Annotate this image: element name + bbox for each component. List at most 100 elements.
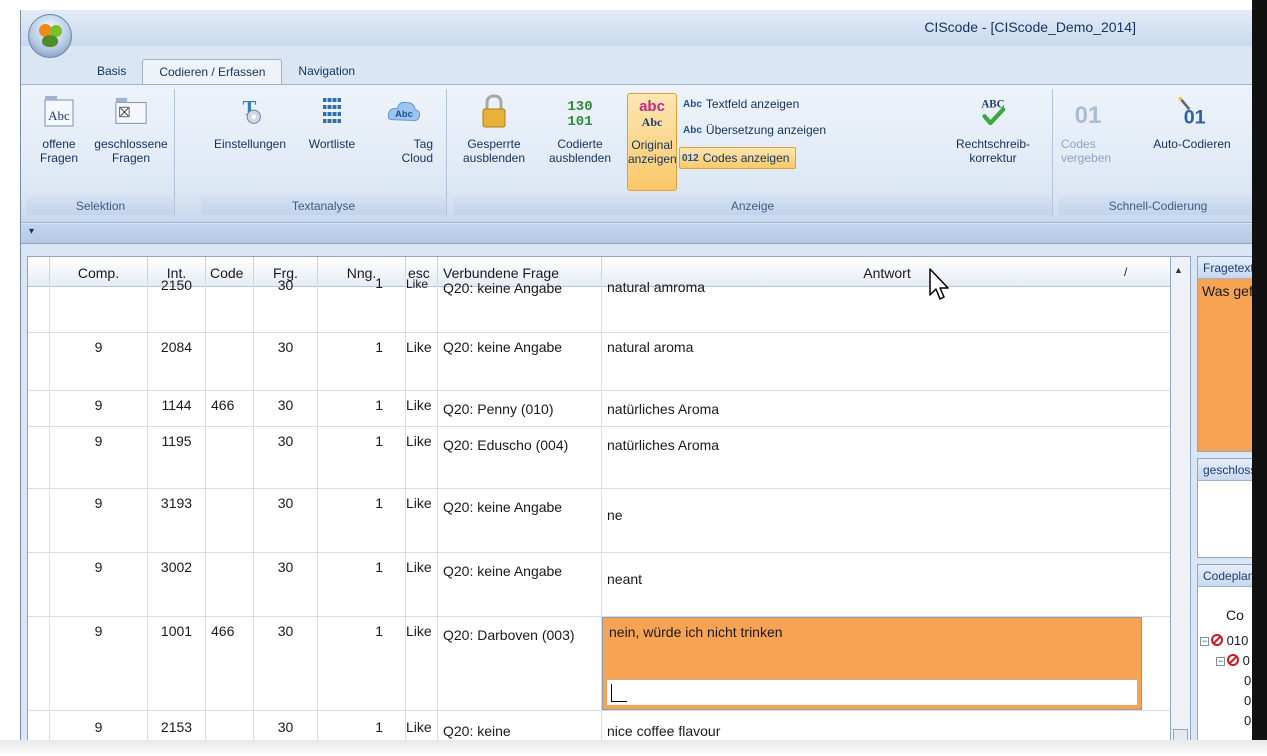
cell-int: 2150 — [148, 277, 206, 332]
cell-nng: 1 — [318, 391, 406, 426]
hide-coded-button[interactable]: 130 101 Codierte ausblenden — [539, 93, 621, 165]
table-row[interactable]: 9 1144 466 30 1 Like Q20: Penny (010) na… — [28, 391, 1170, 427]
cell-frage: Q20: keine Angabe — [438, 553, 602, 616]
codeplan-tree: Co − 010 − 0 0 0 0 — [1198, 587, 1256, 747]
tab-navigation[interactable]: Navigation — [282, 59, 371, 85]
cell-desc: Like — [406, 277, 438, 332]
open-questions-button[interactable]: Abc offene Fragen — [29, 93, 89, 165]
svg-text:101: 101 — [567, 114, 592, 130]
cell-nng: 1 — [318, 553, 406, 616]
cell-comp: 9 — [50, 427, 148, 488]
grid-vertical-scrollbar[interactable]: ▲ — [1171, 256, 1191, 750]
settings-icon: T — [233, 93, 267, 131]
cell-int: 2084 — [148, 333, 206, 390]
table-row-selected[interactable]: 9 1001 466 30 1 Like Q20: Darboven (003)… — [28, 617, 1170, 711]
show-translation-button[interactable]: Abc Übersetzung anzeigen — [683, 123, 826, 137]
excluded-icon — [1227, 654, 1239, 666]
assign-codes-button[interactable]: 01 Codes vergeben — [1059, 93, 1117, 165]
ribbon: Abc offene Fragen geschlossene Fragen Se… — [21, 85, 1256, 223]
collapse-icon[interactable]: − — [1216, 657, 1225, 666]
translation-icon: Abc — [683, 124, 702, 136]
original-abc-icon: abc Abc — [635, 94, 669, 132]
cell-frg: 30 — [254, 427, 318, 488]
cell-antwort[interactable]: ne — [602, 489, 1170, 552]
cell-comp: 9 — [50, 333, 148, 390]
answer-input[interactable] — [607, 679, 1137, 705]
window-edge-shadow — [1252, 0, 1267, 756]
app-window: CIScode - [CIScode_Demo_2014] Basis Codi… — [20, 10, 1256, 750]
settings-button[interactable]: T Einstellungen — [207, 93, 293, 151]
closed-questions-button[interactable]: geschlossene Fragen — [91, 93, 171, 165]
tag-cloud-button[interactable]: Abc Tag Cloud — [369, 93, 439, 165]
table-row[interactable]: 9 1195 30 1 Like Q20: Eduscho (004) natü… — [28, 427, 1170, 489]
codeplan-column-header: Co — [1226, 607, 1244, 623]
auto-code-button[interactable]: 01 Auto-Codieren — [1129, 93, 1255, 151]
padlock-icon — [477, 93, 511, 131]
cell-antwort[interactable]: neant — [602, 553, 1170, 616]
cell-nng: 1 — [318, 617, 406, 710]
svg-text:Abc: Abc — [48, 108, 70, 123]
tree-item[interactable]: 0 — [1244, 693, 1251, 708]
svg-text:01: 01 — [1075, 102, 1102, 129]
tab-basis[interactable]: Basis — [81, 59, 142, 85]
fragetext-pane-title: Fragetext — [1198, 257, 1256, 279]
wordlist-button[interactable]: Wortliste — [299, 93, 365, 151]
show-original-button[interactable]: abc Abc Original anzeigen — [627, 93, 677, 191]
cell-code — [206, 489, 254, 552]
cell-code — [206, 333, 254, 390]
group-label-textanalyse: Textanalyse — [201, 197, 446, 215]
cell-comp: 9 — [50, 553, 148, 616]
table-row[interactable]: 2150 30 1 Like Q20: keine Angabe natural… — [28, 275, 1170, 333]
text-caret — [611, 684, 612, 702]
cell-code — [206, 427, 254, 488]
tree-item[interactable]: 0 — [1244, 713, 1251, 728]
window-title: CIScode - [CIScode_Demo_2014] — [924, 19, 1136, 35]
cell-desc: Like — [406, 391, 438, 426]
cell-int: 1001 — [148, 617, 206, 710]
spellcheck-icon: ABC — [976, 93, 1010, 131]
tree-item[interactable]: − 0 — [1216, 653, 1250, 668]
ribbon-tabs: Basis Codieren / Erfassen Navigation — [81, 59, 371, 85]
title-bar: CIScode - [CIScode_Demo_2014] — [21, 10, 1256, 46]
cell-frg: 30 — [254, 489, 318, 552]
cell-antwort[interactable]: natural aroma — [602, 333, 1170, 390]
svg-text:130: 130 — [567, 99, 592, 115]
table-row[interactable]: 9 3193 30 1 Like Q20: keine Angabe ne — [28, 489, 1170, 553]
scroll-up-arrow-icon[interactable]: ▲ — [1174, 265, 1183, 275]
textfield-icon: Abc — [683, 98, 702, 110]
cell-comp: 9 — [50, 391, 148, 426]
answer-edit-cell[interactable]: nein, würde ich nicht trinken — [602, 617, 1142, 710]
cell-frage: Q20: Darboven (003) — [438, 617, 602, 710]
auto-code-wand-icon: 01 — [1175, 93, 1209, 131]
cell-nng: 1 — [318, 427, 406, 488]
table-row[interactable]: 9 3002 30 1 Like Q20: keine Angabe neant — [28, 553, 1170, 617]
cell-desc: Like — [406, 427, 438, 488]
group-label-selektion: Selektion — [27, 197, 174, 215]
coded-numbers-icon: 130 101 — [563, 93, 597, 131]
tree-item[interactable]: 0 — [1244, 673, 1251, 688]
cell-code — [206, 553, 254, 616]
cell-frg: 30 — [254, 553, 318, 616]
tree-item[interactable]: − 010 — [1200, 633, 1248, 648]
cell-frage: Q20: keine Angabe — [438, 278, 602, 332]
cell-antwort[interactable]: natürliches Aroma — [602, 427, 1170, 488]
closed-questions-icon — [114, 93, 148, 131]
cell-desc: Like — [406, 489, 438, 552]
geschlossen-pane-title: geschloss — [1198, 459, 1256, 481]
show-textfield-button[interactable]: Abc Textfeld anzeigen — [683, 97, 799, 111]
group-selektion: Abc offene Fragen geschlossene Fragen Se… — [27, 89, 175, 217]
app-menu-button[interactable] — [28, 14, 72, 58]
spellcheck-button[interactable]: ABC Rechtschreib- korrektur — [943, 93, 1043, 165]
cell-antwort[interactable]: natürliches Aroma — [602, 391, 1170, 426]
cell-desc: Like — [406, 617, 438, 710]
collapse-icon[interactable]: − — [1200, 637, 1209, 646]
tab-codieren-erfassen[interactable]: Codieren / Erfassen — [142, 59, 283, 85]
customize-toolbar-icon[interactable]: ▾ — [29, 226, 34, 237]
codes-icon: 012 — [682, 152, 699, 164]
cell-frage: Q20: Eduscho (004) — [438, 427, 602, 488]
table-row[interactable]: 9 2084 30 1 Like Q20: keine Angabe natur… — [28, 333, 1170, 391]
group-anzeige: Gesperrte ausblenden 130 101 Codierte aus… — [453, 89, 1053, 217]
hide-locked-button[interactable]: Gesperrte ausblenden — [453, 93, 535, 165]
show-codes-button[interactable]: 012 Codes anzeigen — [679, 147, 797, 169]
cell-frage: Q20: Penny (010) — [438, 391, 602, 426]
